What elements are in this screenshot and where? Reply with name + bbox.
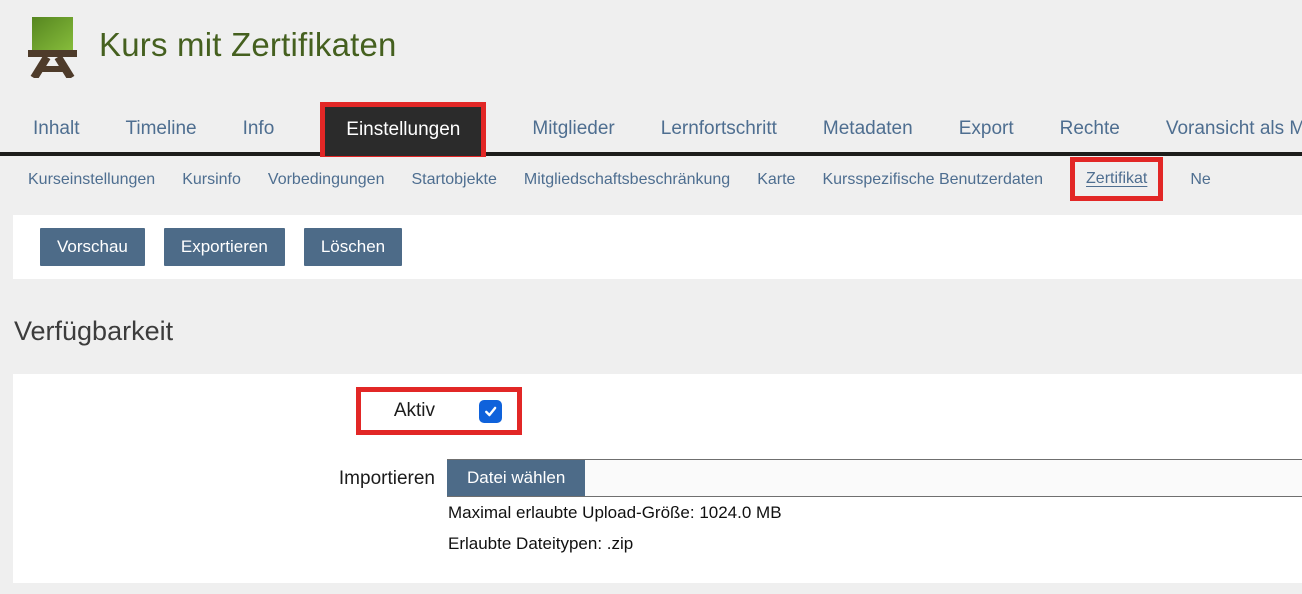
max-upload-note: Maximal erlaubte Upload-Größe: 1024.0 MB	[448, 503, 782, 523]
file-input[interactable]: Datei wählen	[447, 459, 1302, 497]
tab-bar-items: InhaltTimelineInfoEinstellungenMitgliede…	[33, 100, 1302, 157]
subtab-ne[interactable]: Ne	[1190, 171, 1210, 189]
subtab-vorbedingungen[interactable]: Vorbedingungen	[268, 171, 385, 189]
section-title: Verfügbarkeit	[14, 316, 173, 347]
aktiv-checkbox[interactable]	[479, 400, 502, 423]
subtab-kursinfo[interactable]: Kursinfo	[182, 171, 241, 189]
annotation-box-tab-einstellungen: Einstellungen	[320, 102, 486, 157]
annotation-box-aktiv: Aktiv	[356, 387, 522, 435]
annotation-box-subtab-zertifikat: Zertifikat	[1070, 157, 1163, 201]
subtab-startobjekte[interactable]: Startobjekte	[411, 171, 496, 189]
subtab-kurseinstellungen[interactable]: Kurseinstellungen	[28, 171, 155, 189]
subtab-karte[interactable]: Karte	[757, 171, 795, 189]
file-choose-button[interactable]: Datei wählen	[447, 460, 585, 496]
vorschau-button[interactable]: Vorschau	[40, 228, 145, 266]
subtab-zertifikat[interactable]: Zertifikat	[1086, 170, 1147, 187]
tab-bar: InhaltTimelineInfoEinstellungenMitgliede…	[0, 100, 1302, 157]
exportieren-button[interactable]: Exportieren	[164, 228, 285, 266]
subtab-kursspezifische-benutzerdaten[interactable]: Kursspezifische Benutzerdaten	[822, 171, 1043, 189]
tab-einstellungen[interactable]: Einstellungen	[325, 107, 481, 156]
course-easel-icon	[26, 16, 78, 83]
page-title: Kurs mit Zertifikaten	[99, 26, 397, 64]
subtab-mitgliedschaftsbeschraenkung[interactable]: Mitgliedschaftsbeschränkung	[524, 171, 730, 189]
tab-bar-underline	[0, 152, 1302, 156]
availability-form-panel: Aktiv Importieren Datei wählen Maximal e…	[13, 374, 1302, 583]
toolbar: Vorschau Exportieren Löschen	[13, 215, 1302, 279]
loeschen-button[interactable]: Löschen	[304, 228, 402, 266]
checkmark-icon	[482, 403, 499, 420]
course-settings-page: Kurs mit Zertifikaten InhaltTimelineInfo…	[0, 0, 1302, 594]
aktiv-label: Aktiv	[388, 400, 435, 422]
subtab-bar: Kurseinstellungen Kursinfo Vorbedingungen S…	[28, 157, 1302, 203]
allowed-types-note: Erlaubte Dateitypen: .zip	[448, 534, 633, 554]
importieren-label: Importieren	[13, 468, 435, 490]
